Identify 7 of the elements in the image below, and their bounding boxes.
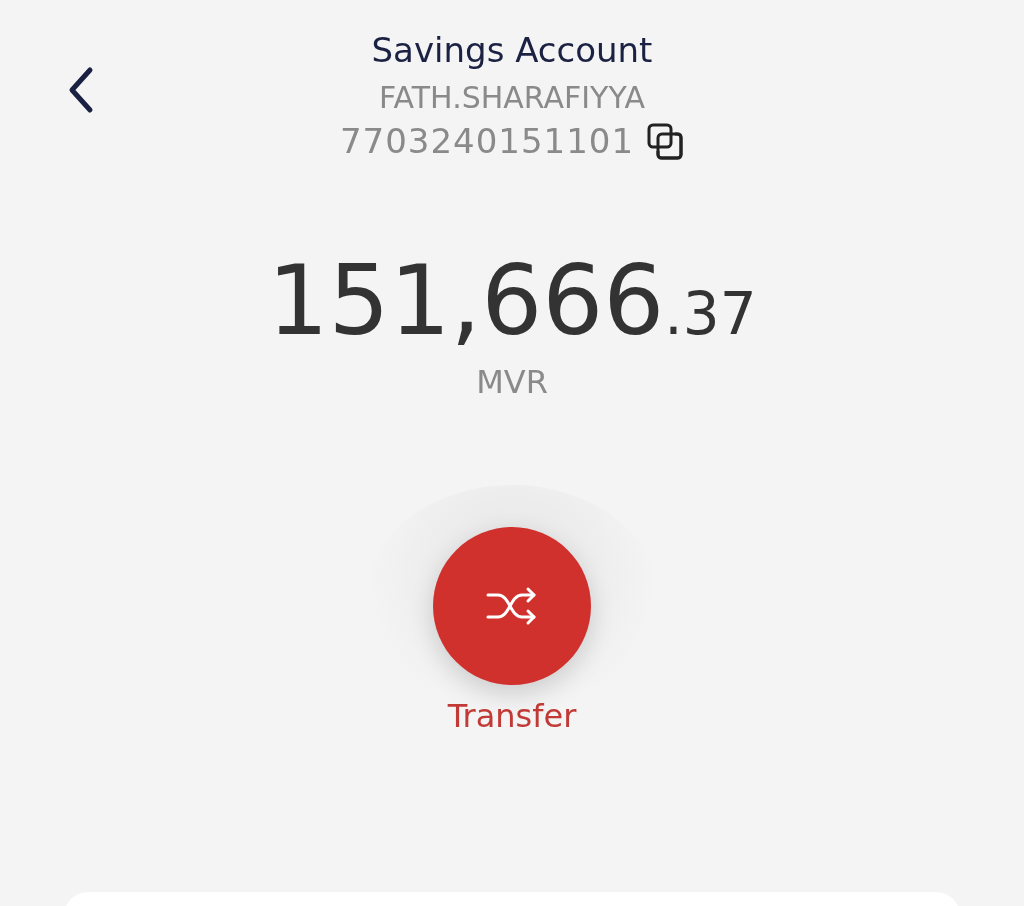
balance-amount: 151,666.37 xyxy=(267,253,757,349)
account-title: Savings Account xyxy=(371,30,653,70)
account-number: 7703240151101 xyxy=(339,121,635,161)
currency-label: MVR xyxy=(476,363,548,401)
copy-icon[interactable] xyxy=(646,122,685,160)
account-holder-name: FATH.SHARAFIYYA xyxy=(379,80,645,115)
transfer-label[interactable]: Transfer xyxy=(447,697,577,735)
